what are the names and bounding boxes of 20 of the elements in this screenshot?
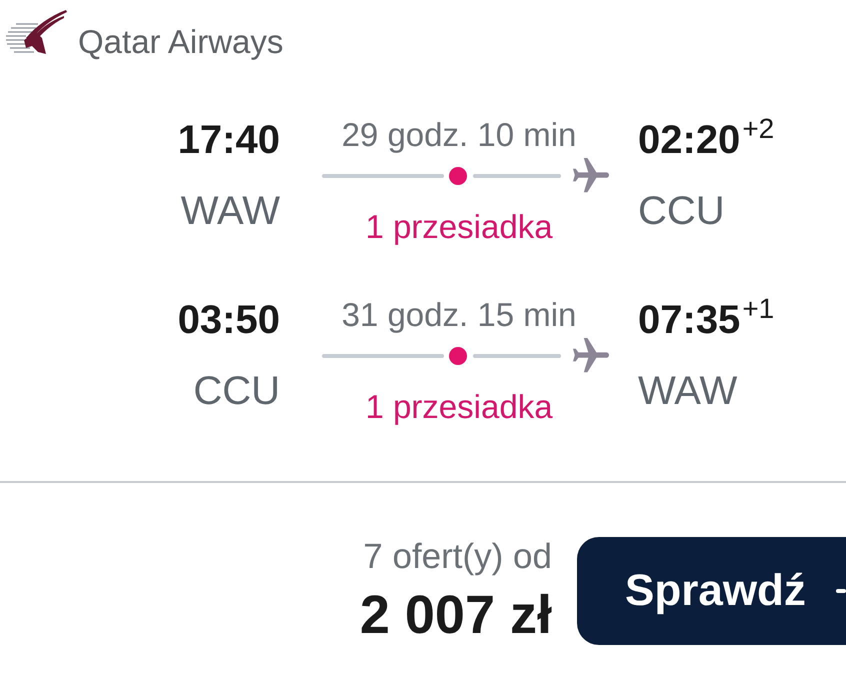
stops-label: 1 przesiadka bbox=[365, 207, 553, 247]
day-offset: +2 bbox=[742, 114, 774, 144]
departure-airport: CCU bbox=[193, 368, 280, 415]
arrival-airport: WAW bbox=[638, 368, 738, 415]
stops-label: 1 przesiadka bbox=[365, 387, 553, 427]
arrival-airport: CCU bbox=[638, 188, 725, 235]
arrival-time: 07:35 bbox=[638, 297, 740, 344]
departure-time: 17:40 bbox=[178, 117, 280, 164]
check-button[interactable]: Sprawdź bbox=[577, 537, 846, 645]
arrival-time: 02:20 bbox=[638, 117, 740, 164]
airline-name: Qatar Airways bbox=[78, 22, 284, 62]
flight-duration: 29 godz. 10 min bbox=[342, 115, 576, 155]
departure-airport: WAW bbox=[180, 188, 280, 235]
flight-duration: 31 godz. 15 min bbox=[342, 295, 576, 335]
offers-count: 7 ofert(y) od bbox=[363, 537, 552, 577]
departure-time: 03:50 bbox=[178, 297, 280, 344]
price: 2 007 zł bbox=[360, 585, 552, 645]
plane-icon bbox=[573, 338, 609, 374]
plane-icon bbox=[573, 158, 609, 194]
day-offset: +1 bbox=[742, 294, 774, 324]
